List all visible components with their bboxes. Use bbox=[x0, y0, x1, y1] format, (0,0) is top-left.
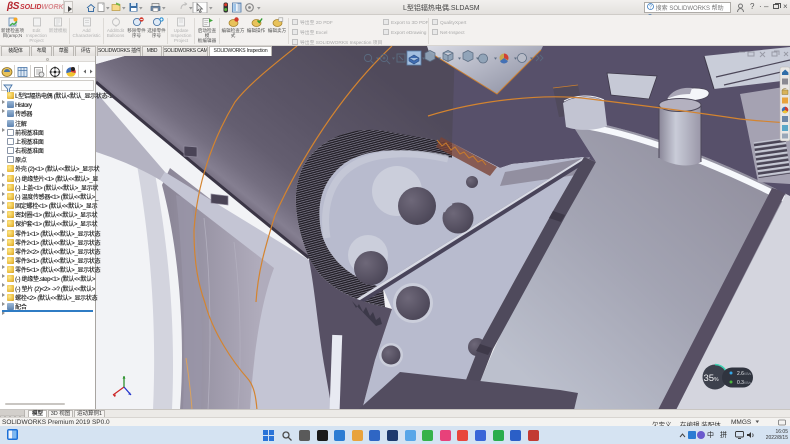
svg-text:?: ? bbox=[649, 4, 652, 10]
